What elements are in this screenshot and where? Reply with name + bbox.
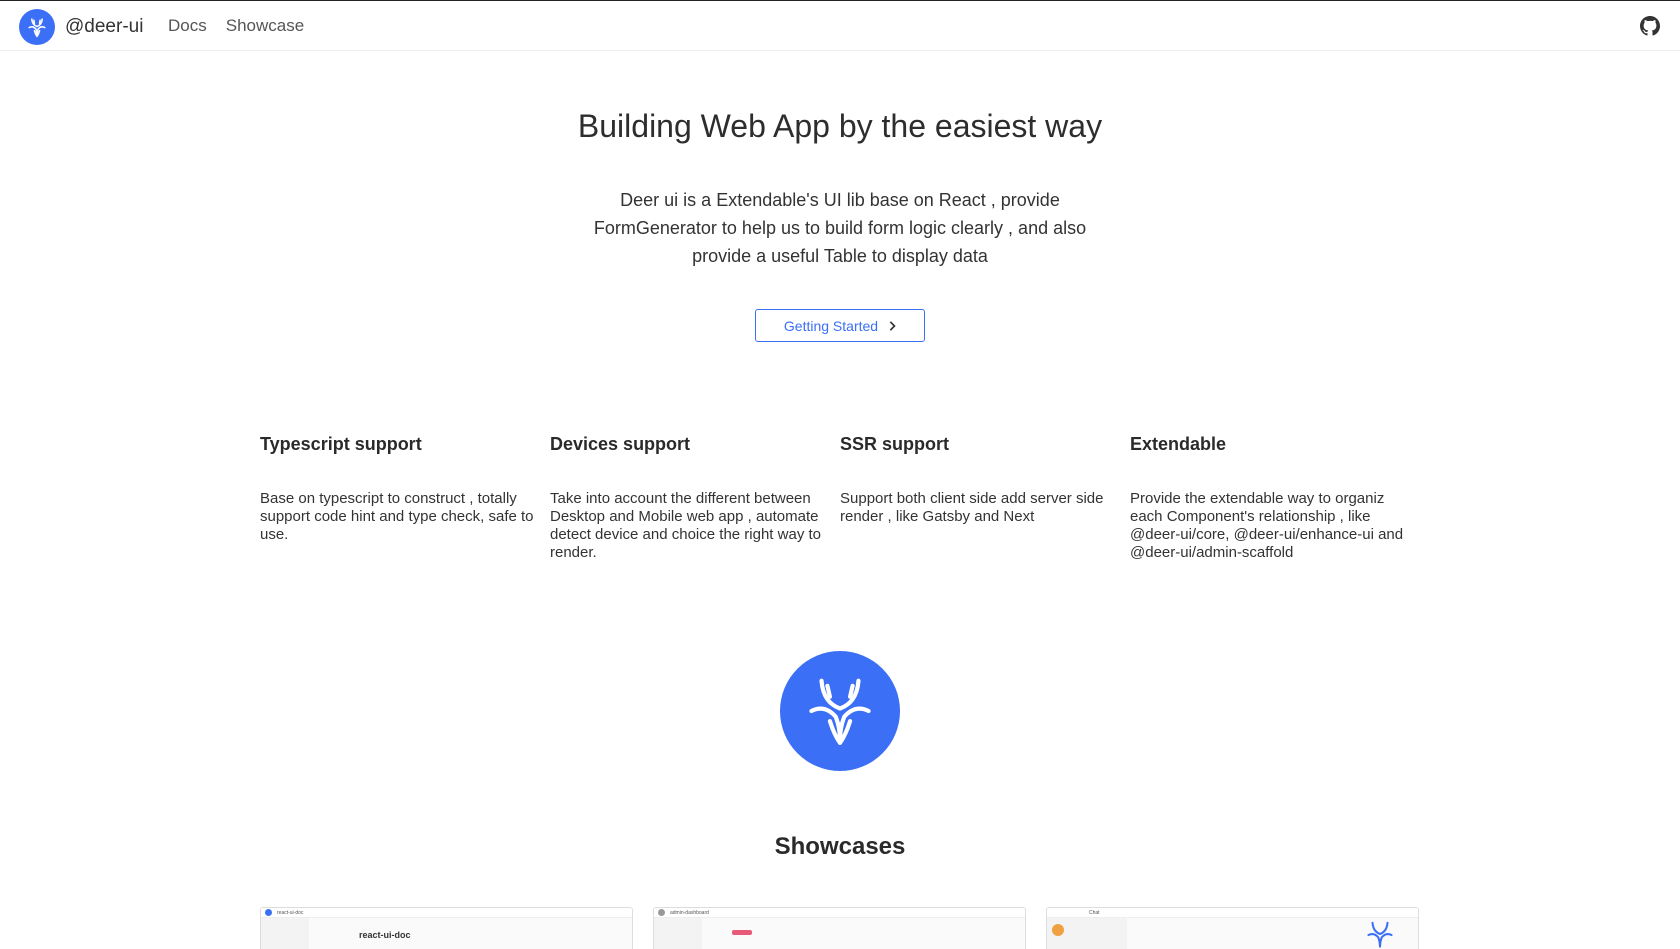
showcase-card-admin-dashboard[interactable]: admin-dashboard: [653, 907, 1026, 949]
main-nav: Docs Showcase: [168, 16, 323, 36]
showcase-list: react-ui-doc react-ui-doc admin-dashboar…: [260, 907, 1420, 949]
showcase-card-chat[interactable]: Chat: [1046, 907, 1419, 949]
feature-text: Take into account the different between …: [550, 490, 821, 561]
thumb-top-label: Chat: [1089, 909, 1100, 916]
feature-devices: Devices support Take into account the di…: [550, 434, 840, 562]
deer-logo-icon: [1367, 921, 1393, 948]
feature-typescript: Typescript support Base on typescript to…: [260, 434, 550, 562]
github-icon[interactable]: [1640, 16, 1660, 36]
header: @deer-ui Docs Showcase: [0, 1, 1680, 51]
thumb-menu-icon: [658, 909, 665, 916]
thumb-topbar: Chat: [1047, 908, 1418, 918]
feature-text: Base on typescript to construct , totall…: [260, 490, 534, 543]
feature-title: Typescript support: [260, 434, 422, 454]
deer-logo-icon: [19, 9, 55, 45]
hero-description: Deer ui is a Extendable's UI lib base on…: [593, 190, 1087, 266]
thumb-top-label: react-ui-doc: [277, 909, 304, 916]
getting-started-label: Getting Started: [783, 317, 879, 334]
deer-logo-large-icon: [780, 651, 900, 771]
features: Typescript support Base on typescript to…: [260, 434, 1420, 562]
nav-docs[interactable]: Docs: [168, 16, 207, 36]
feature-text: Provide the extendable way to organiz ea…: [1130, 490, 1404, 561]
thumb-avatar: [1052, 924, 1064, 936]
feature-title: Extendable: [1130, 434, 1227, 454]
thumb-logo-icon: [265, 909, 272, 916]
feature-ssr: SSR support Support both client side add…: [840, 434, 1130, 562]
brand[interactable]: @deer-ui: [19, 9, 143, 45]
chevron-right-icon: [889, 320, 896, 331]
feature-title: Devices support: [550, 434, 691, 454]
thumb-topbar: react-ui-doc: [261, 908, 632, 918]
thumb-sidebar: [654, 918, 702, 949]
feature-extendable: Extendable Provide the extendable way to…: [1130, 434, 1420, 562]
feature-text: Support both client side add server side…: [840, 490, 1104, 525]
brand-name: @deer-ui: [65, 16, 144, 37]
showcase-card-react-ui-doc[interactable]: react-ui-doc react-ui-doc: [260, 907, 633, 949]
showcases-title: Showcases: [774, 833, 906, 860]
feature-title: SSR support: [840, 434, 950, 454]
hero-title: Building Web App by the easiest way: [577, 108, 1103, 144]
nav-showcase[interactable]: Showcase: [226, 16, 304, 36]
thumb-badge: [732, 930, 752, 935]
thumb-sidebar: [261, 918, 309, 949]
thumb-top-label: admin-dashboard: [670, 909, 709, 916]
getting-started-button[interactable]: Getting Started: [755, 309, 925, 342]
thumb-title: react-ui-doc: [359, 930, 411, 940]
thumb-topbar: admin-dashboard: [654, 908, 1025, 918]
